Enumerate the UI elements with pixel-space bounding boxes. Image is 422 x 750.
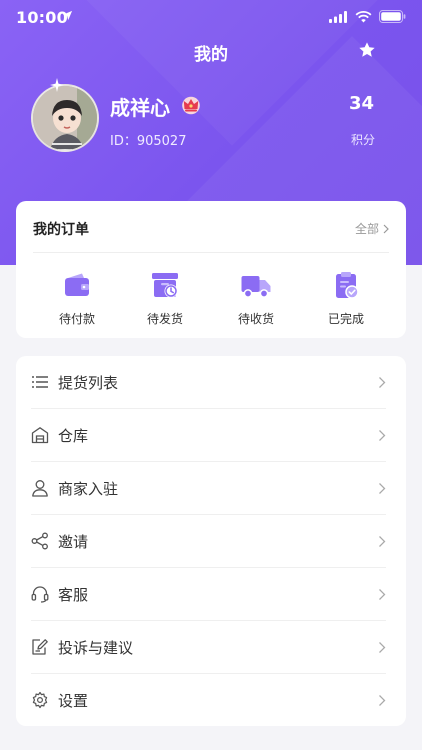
menu-item-warehouse[interactable]: 仓库	[16, 409, 406, 462]
orders-title: 我的订单	[33, 222, 89, 238]
chevron-right-icon	[379, 536, 386, 547]
order-status-label: 待收货	[237, 312, 274, 326]
truck-icon	[241, 276, 271, 298]
order-status-label: 待发货	[146, 312, 183, 326]
sparkle-icon	[50, 78, 64, 92]
gear-icon	[32, 691, 48, 709]
order-status-completed[interactable]: 已完成	[306, 269, 386, 327]
order-status-label: 待付款	[58, 312, 95, 326]
menu-item-label: 投诉与建议	[58, 639, 134, 657]
user-id: ID：905027	[110, 134, 187, 149]
points-label: 积分	[350, 133, 375, 147]
signal-icon	[329, 10, 347, 23]
orders-card: 我的订单 全部 待付款 待发货 待收货 已完成	[16, 201, 406, 338]
warehouse-icon	[31, 427, 49, 444]
edit-icon	[32, 639, 48, 655]
view-all-orders-link[interactable]: 全部	[355, 220, 389, 237]
star-icon[interactable]	[358, 41, 376, 59]
headset-icon	[31, 586, 49, 603]
menu-item-merchant-join[interactable]: 商家入驻	[16, 462, 406, 515]
menu-item-feedback[interactable]: 投诉与建议	[16, 621, 406, 674]
order-status-pending-payment[interactable]: 待付款	[37, 269, 117, 327]
menu-item-label: 提货列表	[58, 374, 119, 392]
chevron-right-icon	[379, 589, 386, 600]
chevron-right-icon	[379, 483, 386, 494]
menu-item-pickup-list[interactable]: 提货列表	[16, 356, 406, 409]
share-icon	[31, 532, 48, 550]
menu-card: 提货列表 仓库 商家入驻 邀请 客服 投诉与建议 设置	[16, 356, 406, 726]
wifi-icon	[355, 10, 372, 22]
status-bar: 10:00	[0, 0, 422, 36]
user-icon	[32, 480, 48, 497]
points-value[interactable]: 34	[349, 93, 374, 114]
divider	[33, 252, 389, 253]
vip-crown-icon	[182, 96, 200, 115]
menu-item-label: 邀请	[58, 533, 89, 551]
clipboard-check-icon	[336, 272, 359, 299]
status-time: 10:00	[16, 8, 68, 27]
view-all-label: 全部	[354, 222, 379, 236]
order-status-label: 已完成	[327, 312, 364, 326]
chevron-right-icon	[379, 695, 386, 706]
menu-item-customer-service[interactable]: 客服	[16, 568, 406, 621]
chevron-right-icon	[383, 224, 389, 233]
battery-icon	[379, 10, 406, 23]
list-icon	[32, 376, 48, 388]
menu-item-invite[interactable]: 邀请	[16, 515, 406, 568]
username: 成祥心	[110, 96, 170, 120]
avatar[interactable]	[31, 84, 99, 152]
order-status-pending-shipment[interactable]: 待发货	[125, 269, 205, 327]
chevron-right-icon	[379, 642, 386, 653]
menu-item-settings[interactable]: 设置	[16, 674, 406, 727]
order-status-pending-receipt[interactable]: 待收货	[216, 269, 296, 327]
menu-item-label: 商家入驻	[58, 480, 119, 498]
menu-item-label: 客服	[58, 586, 89, 604]
wallet-icon	[65, 273, 89, 296]
package-clock-icon	[152, 273, 178, 298]
chevron-right-icon	[379, 430, 386, 441]
location-arrow-icon	[62, 10, 73, 21]
chevron-right-icon	[379, 377, 386, 388]
menu-item-label: 设置	[58, 692, 89, 710]
menu-item-label: 仓库	[58, 427, 89, 445]
